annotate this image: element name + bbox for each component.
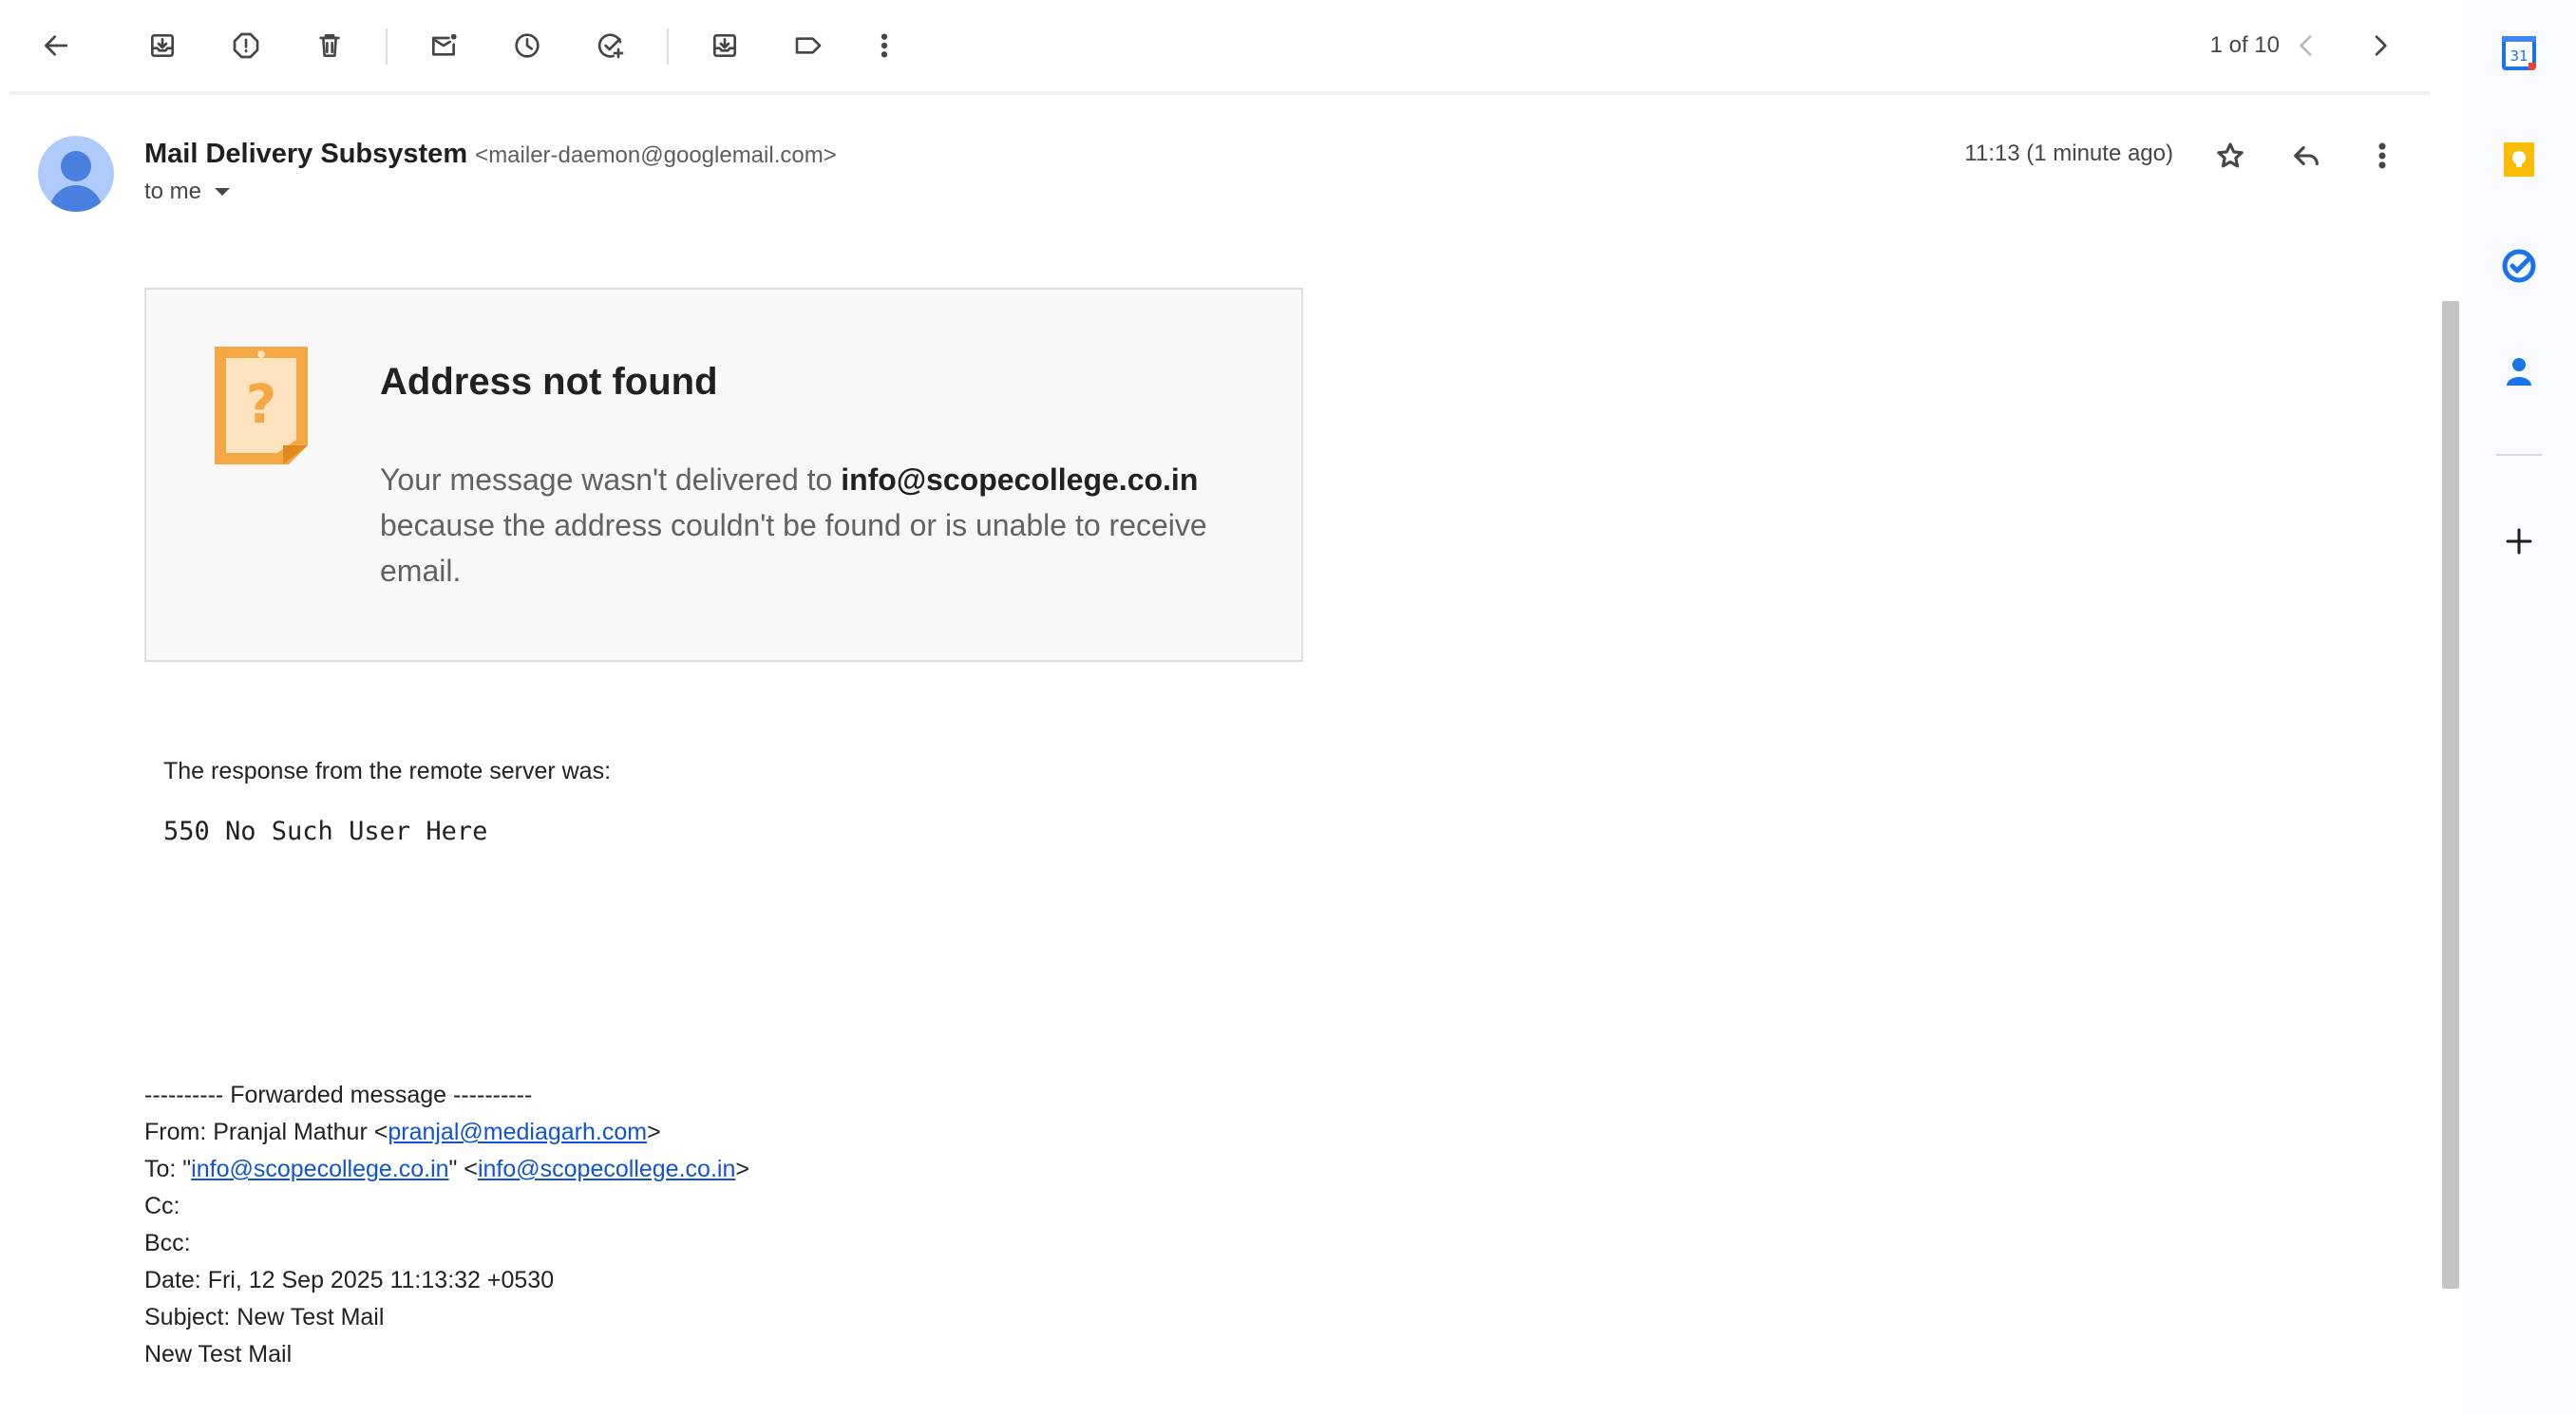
forwarded-date: Date: Fri, 12 Sep 2025 11:13:32 +0530 — [144, 1267, 555, 1293]
bounce-description: Your message wasn't delivered to info@sc… — [380, 462, 1207, 588]
snooze-button[interactable] — [502, 21, 552, 70]
star-icon — [2217, 142, 2244, 168]
message-toolbar: 1 of 10 — [0, 0, 2460, 91]
forwarded-cc: Cc: — [144, 1193, 180, 1219]
report-spam-button[interactable] — [221, 21, 271, 70]
report-spam-icon — [233, 32, 259, 59]
sender-line: Mail Delivery Subsystem <mailer-daemon@g… — [144, 137, 837, 173]
forwarded-from: From: Pranjal Mathur <pranjal@mediagarh.… — [144, 1119, 661, 1145]
svg-text:31: 31 — [2510, 47, 2528, 65]
label-button[interactable] — [784, 21, 833, 70]
bounce-notice-card: ? Address not found Your message wasn't … — [144, 288, 1303, 662]
chevron-right-icon — [2375, 35, 2387, 56]
server-response-code: 550 No Such User Here — [163, 817, 488, 846]
mark-unread-button[interactable] — [419, 21, 468, 70]
caret-down-icon — [215, 188, 231, 196]
forwarded-message: ---------- Forwarded message ---------- … — [144, 1077, 749, 1373]
more-vert-icon — [881, 33, 888, 58]
archive-icon — [151, 34, 174, 57]
keep-app-button[interactable] — [2491, 131, 2548, 188]
failed-address: info@scopecollege.co.in — [841, 462, 1199, 497]
server-response-label: The response from the remote server was: — [163, 758, 612, 784]
sender-address: <mailer-daemon@googlemail.com> — [475, 142, 837, 168]
mark-unread-icon — [432, 33, 457, 56]
toolbar-divider-line — [9, 91, 2430, 95]
sender-avatar[interactable] — [38, 136, 114, 212]
newer-button[interactable] — [2282, 21, 2331, 70]
tasks-icon — [2502, 249, 2536, 283]
older-button[interactable] — [2356, 21, 2405, 70]
forwarded-subject: Subject: New Test Mail — [144, 1304, 385, 1330]
more-vert-icon — [2378, 142, 2386, 169]
to-email-link[interactable]: info@scopecollege.co.in — [191, 1156, 448, 1182]
plus-icon — [2506, 528, 2532, 555]
toolbar-divider — [667, 28, 669, 65]
back-button[interactable] — [31, 21, 81, 70]
reply-icon — [2294, 145, 2319, 166]
calendar-icon: 31 — [2502, 36, 2536, 70]
label-icon — [795, 37, 822, 54]
mail-view: 1 of 10 Mail Delivery Subsystem <mailer-… — [0, 0, 2460, 1415]
delete-icon — [319, 34, 340, 57]
sender-name[interactable]: Mail Delivery Subsystem — [144, 139, 467, 169]
message-more-button[interactable] — [2358, 131, 2407, 180]
keep-icon — [2504, 142, 2534, 177]
star-button[interactable] — [2206, 131, 2255, 180]
back-arrow-icon — [45, 35, 67, 56]
recipient-details-toggle[interactable]: to me — [144, 177, 231, 207]
forwarded-body: New Test Mail — [144, 1341, 293, 1368]
snooze-icon — [515, 33, 540, 58]
question-note-icon: ? — [215, 347, 308, 464]
calendar-app-button[interactable]: 31 — [2491, 25, 2548, 82]
toolbar-divider — [386, 28, 388, 65]
contacts-icon — [2507, 358, 2531, 386]
more-options-button[interactable] — [860, 21, 909, 70]
contacts-app-button[interactable] — [2491, 344, 2548, 401]
bounce-title: Address not found — [380, 361, 718, 403]
to-email-link[interactable]: info@scopecollege.co.in — [478, 1156, 735, 1182]
scrollbar-thumb[interactable] — [2442, 301, 2459, 1289]
forwarded-bcc: Bcc: — [144, 1230, 191, 1256]
pagination-count: 1 of 10 — [2209, 32, 2280, 58]
side-panel: 31 — [2462, 0, 2576, 1415]
recipient-label: to me — [144, 179, 202, 204]
svg-text:?: ? — [246, 374, 276, 436]
move-to-icon — [713, 34, 736, 57]
reply-button[interactable] — [2282, 131, 2331, 180]
forwarded-to: To: "info@scopecollege.co.in" <info@scop… — [144, 1156, 749, 1182]
delete-button[interactable] — [305, 21, 354, 70]
add-to-tasks-button[interactable] — [586, 21, 635, 70]
archive-button[interactable] — [138, 21, 187, 70]
side-panel-divider — [2496, 454, 2542, 456]
move-to-button[interactable] — [700, 21, 749, 70]
from-email-link[interactable]: pranjal@mediagarh.com — [388, 1119, 647, 1145]
tasks-app-button[interactable] — [2491, 237, 2548, 294]
forwarded-divider: ---------- Forwarded message ---------- — [144, 1082, 533, 1108]
add-to-tasks-icon — [597, 33, 624, 59]
message-time: 11:13 (1 minute ago) — [1964, 141, 2173, 166]
get-addons-button[interactable] — [2491, 513, 2548, 570]
chevron-left-icon — [2300, 35, 2312, 56]
